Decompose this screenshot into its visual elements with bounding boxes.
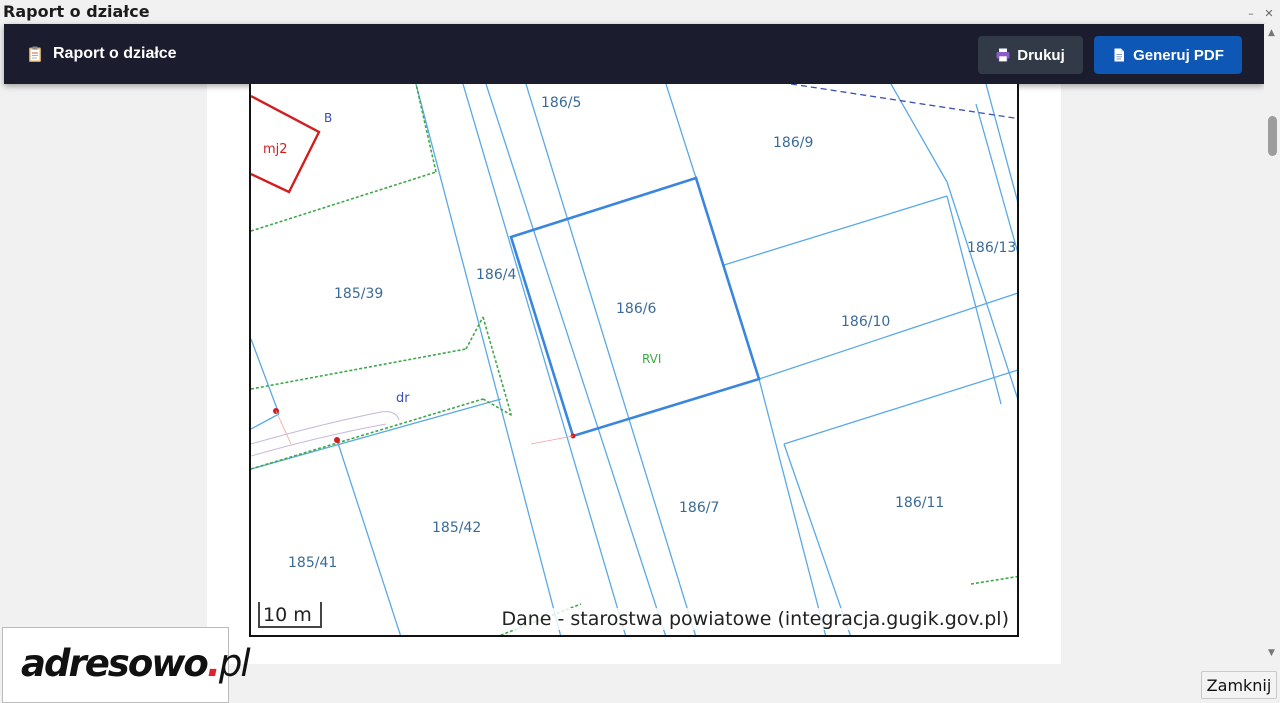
parcel-label: 186/5 — [541, 95, 581, 111]
parcel-label: 186/9 — [773, 135, 813, 151]
parcel-map-svg: 186/5 186/9 186/13 185/39 186/4 186/6 18… — [251, 84, 1017, 635]
window-title: Raport o działce — [3, 2, 150, 21]
minimize-icon[interactable]: – — [1244, 8, 1258, 22]
parcel-label: 185/41 — [288, 555, 337, 571]
parcel-label: 186/13 — [967, 240, 1016, 256]
close-icon[interactable]: ✕ — [1262, 8, 1276, 22]
close-button[interactable]: Zamknij — [1201, 671, 1277, 699]
parcel-label: 185/42 — [432, 520, 481, 536]
parcel-map[interactable]: 186/5 186/9 186/13 185/39 186/4 186/6 18… — [249, 84, 1019, 637]
scale-label: 10 m — [263, 604, 312, 626]
scroll-down-icon[interactable]: ▼ — [1268, 648, 1275, 658]
vertical-scrollbar[interactable]: ▲ ▼ — [1264, 24, 1280, 666]
generate-pdf-button-label: Generuj PDF — [1133, 46, 1224, 64]
parcel-label: 185/39 — [334, 286, 383, 302]
parcel-label: 186/11 — [895, 495, 944, 511]
logo-text: adresowo.pl — [21, 642, 251, 685]
document-icon — [1114, 48, 1125, 62]
toolbar-title: Raport o działce — [53, 45, 177, 62]
report-toolbar: Raport o działce Drukuj Generuj PDF — [4, 24, 1264, 84]
printer-icon — [996, 48, 1010, 62]
adresowo-logo: adresowo.pl — [2, 627, 251, 703]
parcel-label: 186/6 — [616, 301, 656, 317]
print-button[interactable]: Drukuj — [978, 36, 1083, 74]
map-attribution: Dane - starostwa powiatowe (integracja.g… — [499, 608, 1011, 630]
clipboard-icon — [29, 46, 41, 62]
parcel-label: 186/10 — [841, 314, 890, 330]
road-label: dr — [396, 391, 410, 406]
building-type-label: B — [324, 111, 332, 125]
scrollbar-thumb[interactable] — [1268, 116, 1277, 156]
parcel-label: 186/4 — [476, 267, 516, 283]
building-label: mj2 — [263, 142, 288, 157]
land-class-label: RVI — [642, 352, 661, 366]
parcel-label: 186/7 — [679, 500, 719, 516]
window-title-bar: Raport o działce – ✕ — [0, 0, 1280, 24]
print-button-label: Drukuj — [1017, 46, 1065, 64]
generate-pdf-button[interactable]: Generuj PDF — [1094, 36, 1242, 74]
scroll-up-icon[interactable]: ▲ — [1268, 28, 1275, 38]
